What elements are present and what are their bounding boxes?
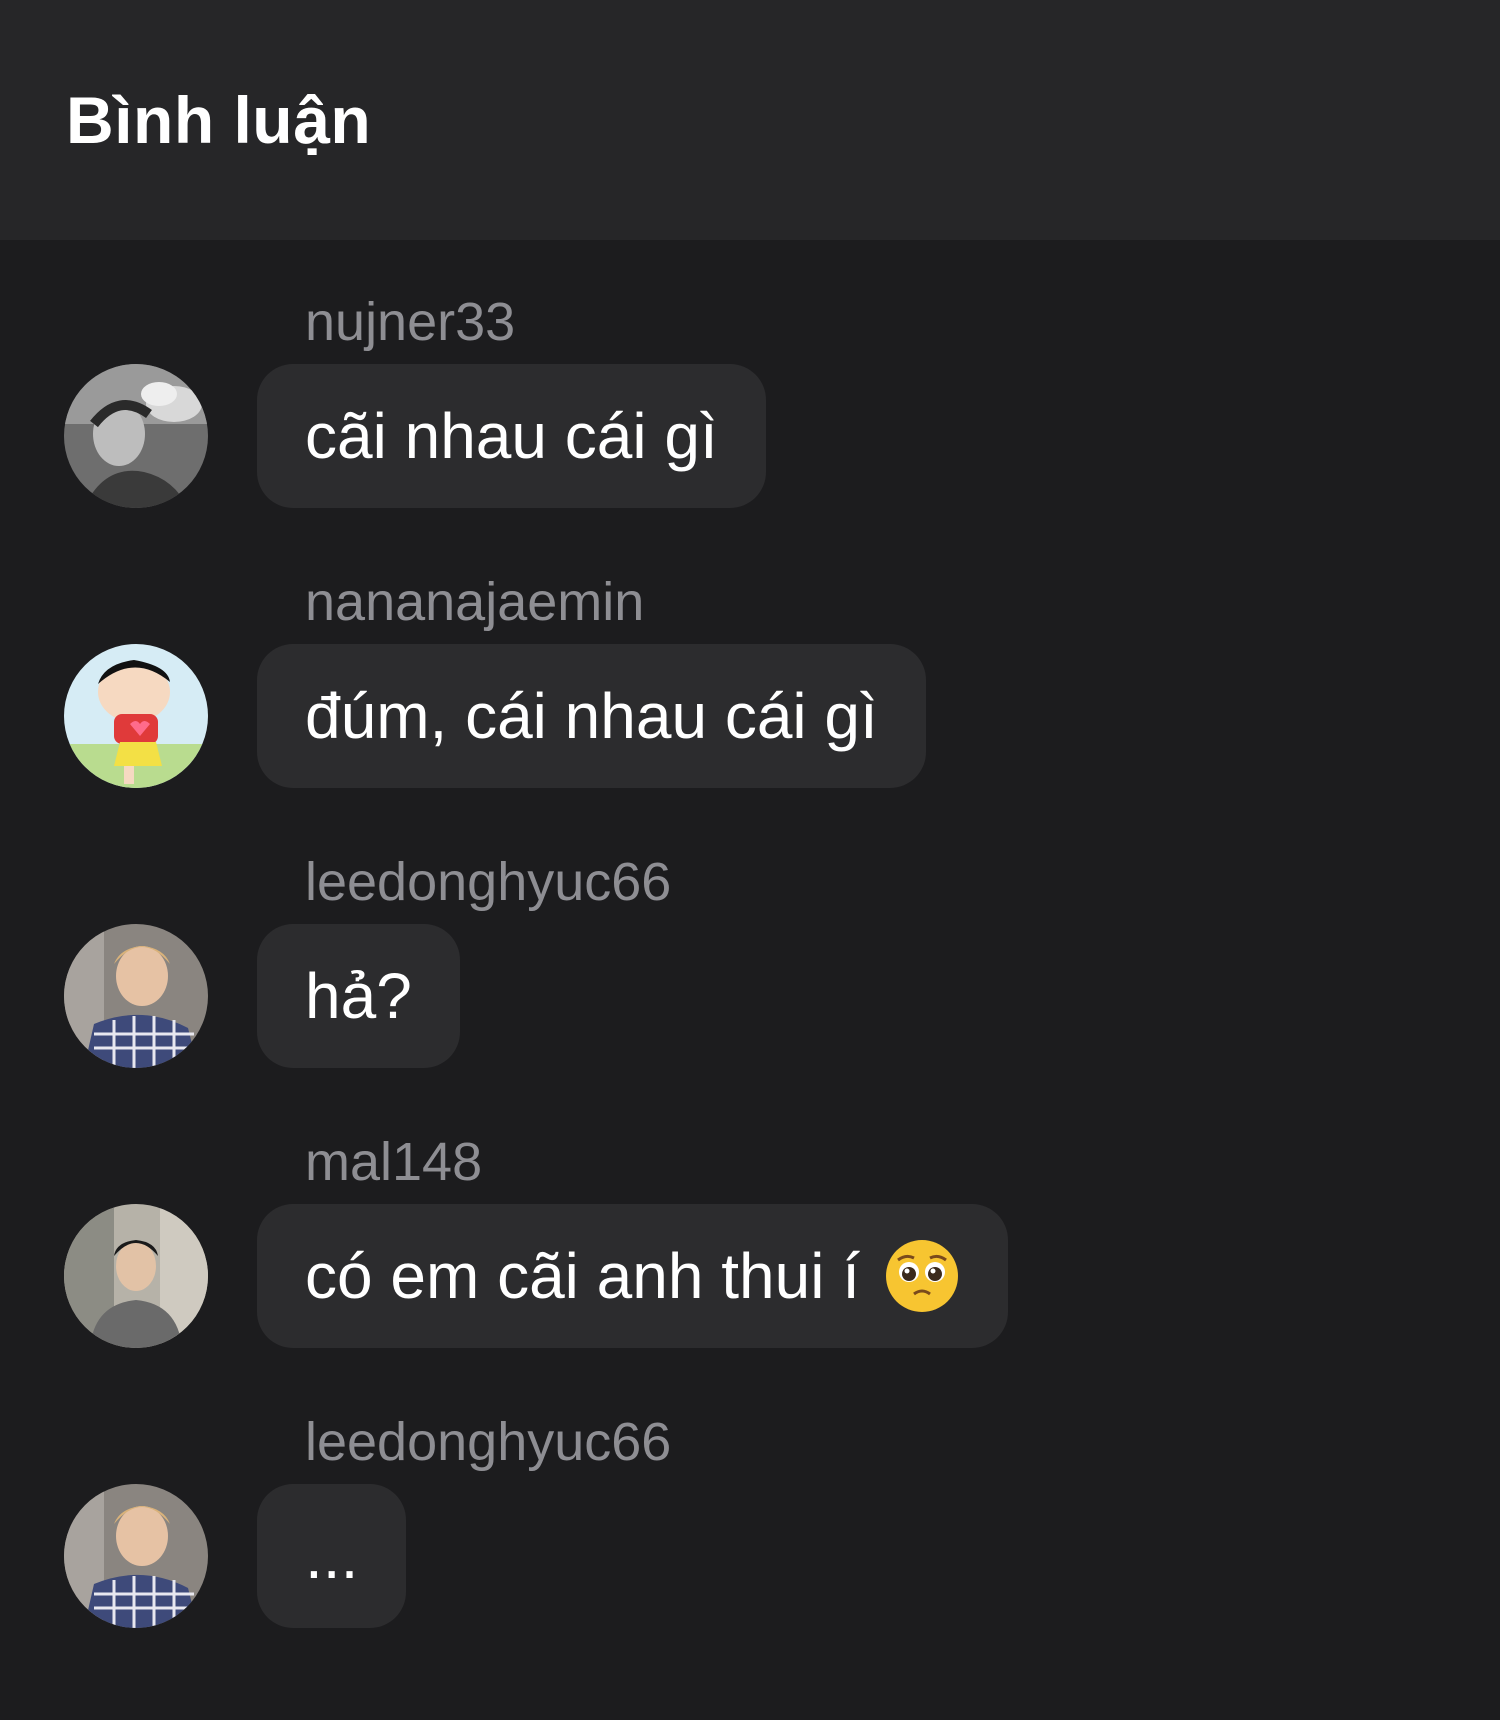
comment-username[interactable]: nujner33 — [305, 292, 515, 352]
comment-item: nujner33 cãi nhau cái gì — [0, 292, 1500, 542]
avatar[interactable] — [64, 1484, 208, 1628]
comment-username[interactable]: mal148 — [305, 1132, 482, 1192]
comment-item: nananajaemin đúm, cái nhau cái gì — [0, 572, 1500, 822]
comment-bubble: hả? — [257, 924, 460, 1068]
comment-text: có em cãi anh thui í — [305, 1240, 860, 1312]
avatar[interactable] — [64, 644, 208, 788]
comment-text: đúm, cái nhau cái gì — [305, 680, 878, 752]
comment-item: leedonghyuc66 ... — [0, 1412, 1500, 1662]
comment-bubble: cãi nhau cái gì — [257, 364, 766, 508]
comment-text: ... — [305, 1520, 359, 1592]
comment-bubble: ... — [257, 1484, 407, 1628]
comment-username[interactable]: leedonghyuc66 — [305, 1412, 671, 1472]
comment-bubble: đúm, cái nhau cái gì — [257, 644, 926, 788]
comment-text: cãi nhau cái gì — [305, 400, 718, 472]
avatar[interactable] — [64, 1204, 208, 1348]
comment-username[interactable]: leedonghyuc66 — [305, 852, 671, 912]
comments-header: Bình luận — [0, 0, 1500, 240]
comment-text: hả? — [305, 960, 412, 1032]
comment-username[interactable]: nananajaemin — [305, 572, 644, 632]
comment-item: mal148 có em cãi anh thui í — [0, 1132, 1500, 1382]
avatar[interactable] — [64, 364, 208, 508]
page-title: Bình luận — [66, 83, 372, 157]
avatar[interactable] — [64, 924, 208, 1068]
comment-item: leedonghyuc66 hả? — [0, 852, 1500, 1102]
comment-bubble: có em cãi anh thui í — [257, 1204, 1008, 1348]
pleading-face-emoji — [885, 1240, 958, 1312]
